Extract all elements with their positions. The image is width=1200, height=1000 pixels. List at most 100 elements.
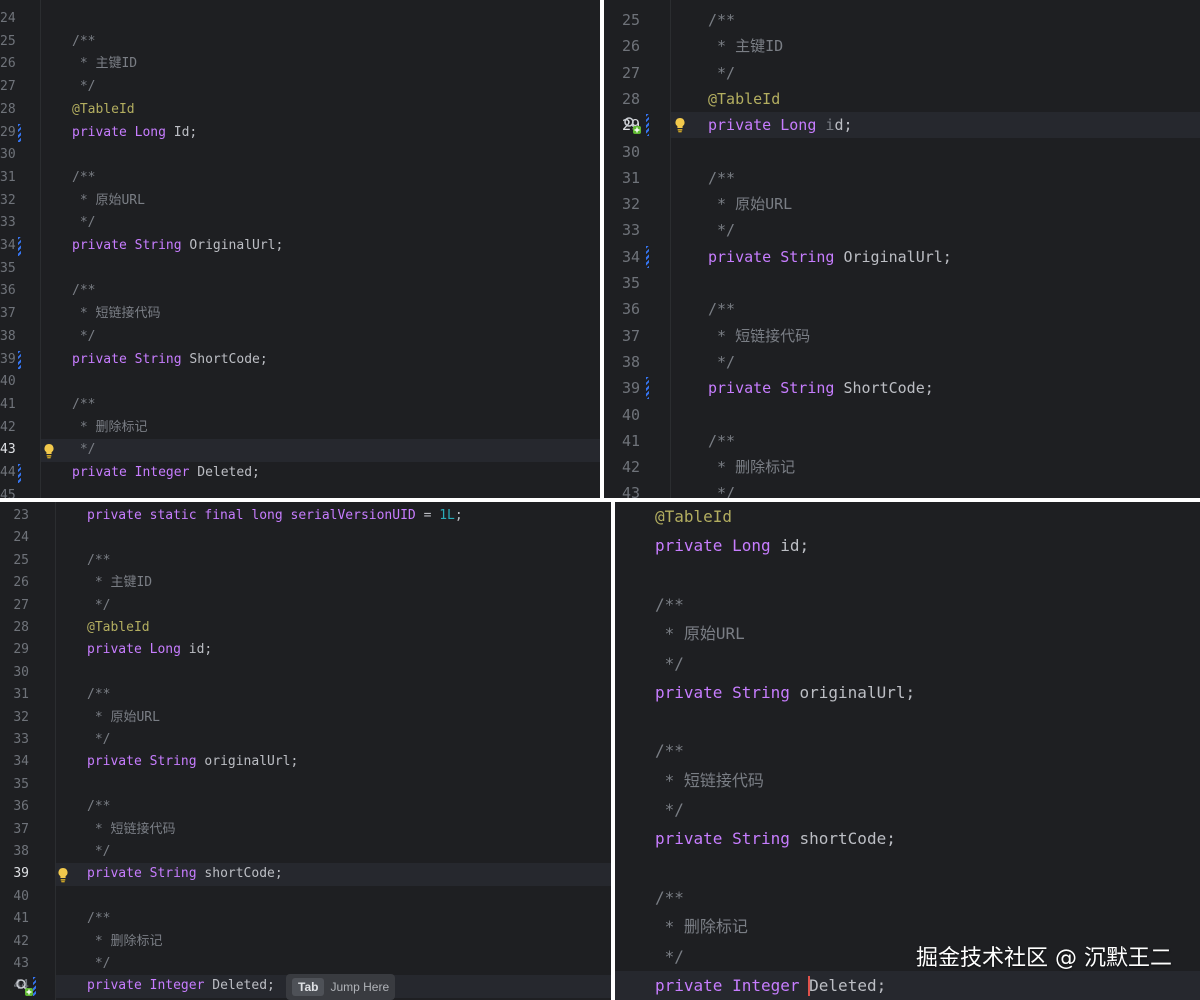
code-line[interactable]: 38 */ [604, 349, 1200, 375]
code-line[interactable]: 38 */ [0, 841, 611, 863]
code-line[interactable]: 42 * 删除标记 [604, 454, 1200, 480]
code-line[interactable]: 36 /** [0, 280, 600, 303]
code-line[interactable]: 35 [0, 774, 611, 796]
code-line[interactable]: /** [615, 590, 1200, 619]
code-line[interactable]: 37 * 短链接代码 [0, 303, 600, 326]
change-marker[interactable] [18, 237, 21, 256]
code-line[interactable]: 43 */ [604, 480, 1200, 498]
code-line[interactable]: 28 @TableId [0, 617, 611, 639]
code-line[interactable]: 26 * 主键ID [604, 33, 1200, 59]
code-line[interactable]: @TableId [615, 502, 1200, 531]
code-line[interactable]: private String shortCode; [615, 824, 1200, 853]
code-line[interactable]: 24 [0, 527, 611, 549]
code-line[interactable]: 40 [0, 886, 611, 908]
code-line[interactable]: 32 * 原始URL [0, 707, 611, 729]
code-line[interactable]: 43 */ [0, 439, 600, 462]
change-marker[interactable] [18, 464, 21, 483]
code-line[interactable]: 42 * 删除标记 [0, 417, 600, 440]
generate-getter-icon[interactable] [14, 977, 34, 1000]
editor-pane-top-left[interactable]: 24 25/** 26 * 主键ID 27 */28 @TableId 29 private… [0, 0, 600, 498]
change-marker[interactable] [646, 377, 649, 400]
code-line[interactable] [615, 854, 1200, 883]
code-line[interactable]: private String originalUrl; [615, 678, 1200, 707]
code-line[interactable]: 39 private String ShortCode; [0, 349, 600, 372]
editor-pane-top-right[interactable]: 25/** 26 * 主键ID 27 */28 @TableId 29 private L… [604, 0, 1200, 498]
code-text: private String ShortCode; [72, 349, 268, 372]
code-line[interactable]: 29 private Long id; [0, 639, 611, 661]
code-line[interactable]: * 原始URL [615, 619, 1200, 648]
code-line[interactable]: 28 @TableId [0, 99, 600, 122]
change-marker[interactable] [18, 350, 21, 370]
code-line[interactable]: 36 /** [604, 296, 1200, 322]
code-line[interactable]: 24 [0, 8, 600, 31]
code-line[interactable]: 32 * 原始URL [604, 191, 1200, 217]
code-line[interactable]: 27 */ [604, 60, 1200, 86]
lightbulb-icon[interactable] [57, 867, 69, 887]
code-token: */ [87, 956, 111, 971]
code-line[interactable]: 30 [604, 139, 1200, 165]
generate-getter-icon[interactable] [622, 115, 642, 139]
code-line[interactable]: 26 * 主键ID [0, 53, 600, 76]
code-line[interactable]: * 删除标记 [615, 912, 1200, 941]
code-line[interactable]: 31 /** [0, 684, 611, 706]
editor-pane-bottom-right[interactable]: @TableId private Long id; /** * 原始URL */ pr… [615, 502, 1200, 1000]
code-line[interactable]: 27 */ [0, 595, 611, 617]
code-line[interactable]: /** [615, 883, 1200, 912]
code-line[interactable]: private Integer Deleted; [615, 970, 1200, 1000]
code-line[interactable]: 32 * 原始URL [0, 190, 600, 213]
code-line[interactable]: 41 /** [604, 428, 1200, 454]
code-line[interactable]: 43 */ [0, 953, 611, 975]
code-line[interactable]: private Long id; [615, 531, 1200, 560]
code-line[interactable]: 34 private String OriginalUrl; [0, 235, 600, 258]
code-line[interactable]: 39 private String shortCode; [13, 863, 611, 886]
code-line[interactable]: 29 private Long id; [622, 112, 1200, 139]
code-line[interactable]: 25 /** [0, 550, 611, 572]
code-line[interactable]: 34 private String originalUrl; [0, 751, 611, 773]
code-line[interactable]: 36 /** [0, 796, 611, 818]
code-line[interactable]: 40 [0, 371, 600, 394]
code-line[interactable]: 23 private static final long serialVersio… [0, 505, 611, 527]
code-line[interactable]: 30 [0, 144, 600, 167]
code-line[interactable]: */ [615, 649, 1200, 678]
change-marker[interactable] [18, 123, 21, 143]
code-line[interactable]: 37 * 短链接代码 [604, 323, 1200, 349]
change-marker[interactable] [646, 114, 649, 137]
code-line[interactable]: 31 /** [0, 167, 600, 190]
code-line[interactable]: * 短链接代码 [615, 766, 1200, 795]
editor-pane-bottom-left[interactable]: 23 private static final long serialVersio… [0, 502, 611, 1000]
code-line[interactable]: 27 */ [0, 76, 600, 99]
code-line[interactable]: 29 private Long Id; [0, 122, 600, 145]
code-line[interactable]: 42 * 删除标记 [0, 931, 611, 953]
code-line[interactable]: /** [615, 736, 1200, 765]
lightbulb-icon[interactable] [43, 443, 55, 463]
code-line[interactable]: 31 /** [604, 165, 1200, 191]
code-line[interactable]: */ [615, 795, 1200, 824]
code-line[interactable]: 44 private Integer Deleted; [0, 462, 600, 485]
code-line[interactable]: 35 [0, 258, 600, 281]
code-line[interactable]: 35 [604, 270, 1200, 296]
code-line[interactable]: 33 */ [604, 217, 1200, 243]
code-line[interactable] [615, 561, 1200, 590]
code-line[interactable]: 45 [0, 485, 600, 498]
code-line[interactable]: 41 /** [0, 394, 600, 417]
lightbulb-icon[interactable] [674, 117, 686, 137]
code-line[interactable]: 37 * 短链接代码 [0, 819, 611, 841]
code-text: * 原始URL [87, 707, 160, 729]
line-number: 40 [0, 374, 16, 390]
code-line[interactable]: 34 private String OriginalUrl; [604, 244, 1200, 270]
code-line[interactable]: 28 @TableId [604, 86, 1200, 112]
code-line[interactable]: 33 */ [0, 729, 611, 751]
code-line[interactable] [615, 707, 1200, 736]
change-marker[interactable] [646, 245, 649, 268]
jump-tooltip[interactable]: Tab Jump Here [286, 974, 396, 1000]
code-line[interactable]: 38 */ [0, 326, 600, 349]
code-line[interactable]: 25 /** [0, 31, 600, 54]
code-line[interactable]: 33 */ [0, 212, 600, 235]
code-line[interactable]: 26 * 主键ID [0, 572, 611, 594]
code-line[interactable]: 40 [604, 402, 1200, 428]
code-line[interactable]: 25 /** [604, 7, 1200, 33]
code-line[interactable]: 30 [0, 662, 611, 684]
code-line[interactable]: 41 /** [0, 908, 611, 930]
code-token: shortCode; [196, 866, 283, 882]
code-line[interactable]: 39 private String ShortCode; [604, 375, 1200, 401]
